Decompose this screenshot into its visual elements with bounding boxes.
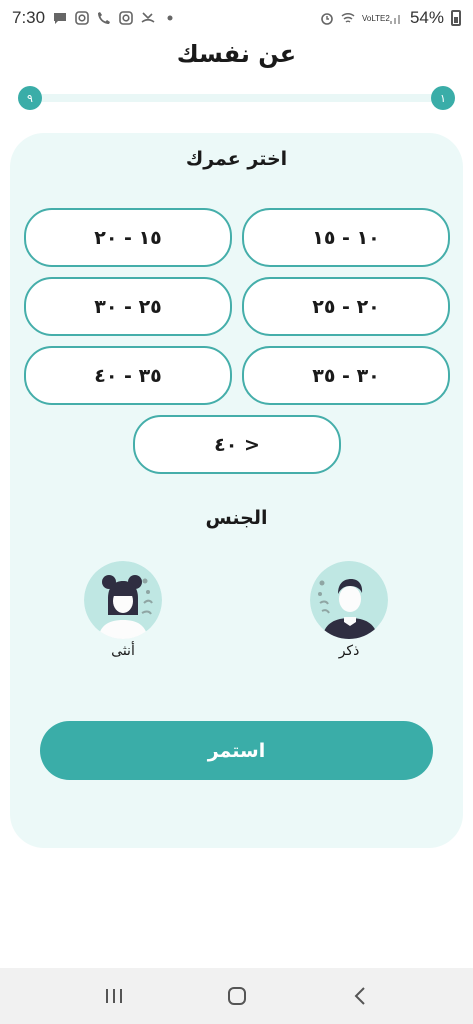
missed-call-icon — [141, 11, 155, 25]
age-option-35-40[interactable]: ٣٥ - ٤٠ — [24, 346, 232, 405]
alarm-icon — [320, 11, 334, 25]
signal-icon — [389, 11, 403, 25]
back-icon[interactable] — [349, 984, 373, 1008]
gender-section-title: الجنس — [205, 507, 268, 529]
network-label: VoLTE2 — [361, 13, 390, 23]
age-option-over-40[interactable]: < ٤٠ — [133, 415, 341, 474]
male-avatar-icon — [310, 561, 388, 639]
female-label: أنثى — [111, 643, 135, 659]
progress-end-step: ٩ — [18, 86, 42, 110]
home-icon[interactable] — [225, 984, 249, 1008]
battery-icon — [451, 10, 461, 26]
system-nav-bar — [0, 968, 473, 1024]
age-option-10-15[interactable]: ١٠ - ١٥ — [242, 208, 450, 267]
phone-icon — [97, 11, 111, 25]
gender-option-female[interactable]: أنثى — [78, 561, 168, 659]
age-option-20-25[interactable]: ٢٠ - ٢٥ — [242, 277, 450, 336]
age-section-title: اختر عمرك — [185, 148, 288, 170]
instagram-icon — [119, 11, 133, 25]
status-time: 7:30 — [12, 8, 46, 27]
battery-percent: 54% — [409, 8, 444, 27]
dot-icon — [163, 11, 177, 25]
form-card: اختر عمرك ١٠ - ١٥ ١٥ - ٢٠ ٢٠ - ٢٥ ٢٥ - ٣… — [10, 133, 463, 848]
progress-bar: ٩ ١ — [18, 86, 455, 110]
age-option-25-30[interactable]: ٢٥ - ٣٠ — [24, 277, 232, 336]
status-right: VoLTE2 54% — [320, 8, 461, 28]
page-title: عن نفسك — [176, 40, 297, 68]
progress-track — [32, 94, 441, 102]
status-left: 7:30 — [12, 8, 177, 28]
male-label: ذكر — [338, 643, 360, 659]
progress-current-step: ١ — [431, 86, 455, 110]
gender-option-male[interactable]: ذكر — [304, 561, 394, 659]
female-avatar-icon — [84, 561, 162, 639]
instagram-icon — [75, 11, 89, 25]
age-option-30-35[interactable]: ٣٠ - ٣٥ — [242, 346, 450, 405]
wifi-icon — [341, 11, 355, 25]
recents-icon[interactable] — [102, 984, 126, 1008]
message-icon — [53, 11, 67, 25]
status-bar: 7:30 VoLTE2 54% — [0, 0, 473, 36]
age-option-15-20[interactable]: ١٥ - ٢٠ — [24, 208, 232, 267]
continue-button[interactable]: استمر — [40, 721, 433, 780]
